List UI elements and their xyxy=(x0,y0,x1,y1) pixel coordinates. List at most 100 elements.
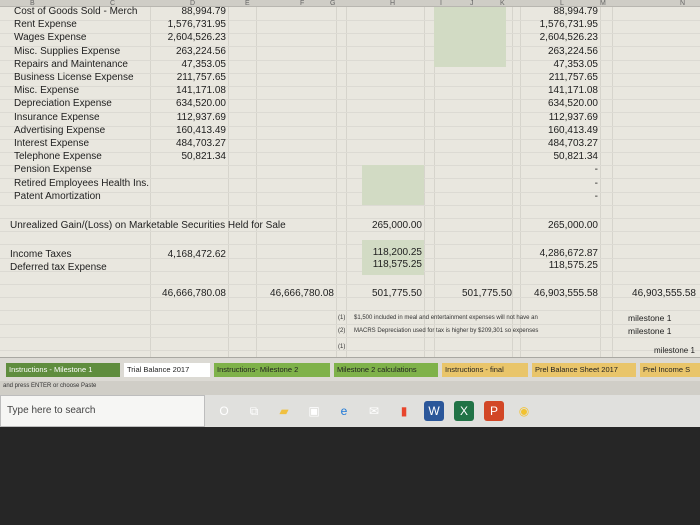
total-d[interactable]: 46,666,780.08 xyxy=(148,288,226,300)
column-header-g[interactable]: G xyxy=(330,0,335,7)
expense-value-l[interactable]: - xyxy=(520,164,598,176)
mail-icon[interactable]: ✉ xyxy=(364,401,384,421)
milestone-label[interactable]: milestone 1 xyxy=(654,345,695,357)
sheet-tab[interactable]: Prel Income S xyxy=(640,363,700,377)
expense-value-d[interactable]: 160,413.49 xyxy=(150,125,226,137)
expense-label[interactable]: Wages Expense xyxy=(14,32,86,44)
expense-label[interactable]: Repairs and Maintenance xyxy=(14,59,128,71)
edge-icon[interactable]: e xyxy=(334,401,354,421)
file-explorer-icon[interactable]: ▰ xyxy=(274,401,294,421)
expense-value-l[interactable]: 50,821.34 xyxy=(520,151,599,163)
expense-value-d[interactable]: 634,520.00 xyxy=(150,98,226,110)
taskbar-search-box[interactable]: Type here to search xyxy=(0,395,205,427)
expense-value-l[interactable]: 160,413.49 xyxy=(520,125,598,137)
expense-label[interactable]: Insurance Expense xyxy=(14,112,100,124)
note-2-text[interactable]: MACRS Depreciation used for tax is highe… xyxy=(354,327,538,335)
powerpoint-icon[interactable]: P xyxy=(484,401,504,421)
unrealized-gain-l[interactable]: 265,000.00 xyxy=(520,220,598,232)
expense-label[interactable]: Patent Amortization xyxy=(14,191,101,203)
income-taxes-label[interactable]: Income Taxes xyxy=(10,249,72,261)
sheet-tab[interactable]: Trial Balance 2017 xyxy=(124,363,210,377)
expense-value-d[interactable]: 47,353.05 xyxy=(150,59,227,71)
word-icon[interactable]: W xyxy=(424,401,444,421)
total-j[interactable]: 501,775.50 xyxy=(436,288,512,300)
deferred-tax-h[interactable]: 118,575.25 xyxy=(346,259,422,271)
unrealized-gain-label[interactable]: Unrealized Gain/(Loss) on Marketable Sec… xyxy=(10,220,286,232)
expense-value-d[interactable]: 211,757.65 xyxy=(150,72,226,84)
expense-label[interactable]: Advertising Expense xyxy=(14,125,105,137)
expense-label[interactable]: Depreciation Expense xyxy=(14,98,112,110)
total-n[interactable]: 46,903,555.58 xyxy=(612,288,696,300)
column-header-j[interactable]: J xyxy=(470,0,474,7)
row-gridline xyxy=(0,337,700,338)
expense-label[interactable]: Pension Expense xyxy=(14,164,92,176)
deferred-tax-label[interactable]: Deferred tax Expense xyxy=(10,262,107,274)
cortana-icon[interactable]: O xyxy=(214,401,234,421)
excel-icon[interactable]: X xyxy=(454,401,474,421)
column-header-e[interactable]: E xyxy=(245,0,250,7)
column-header-f[interactable]: F xyxy=(300,0,304,7)
expense-label[interactable]: Cost of Goods Sold - Merch xyxy=(14,6,137,18)
chrome-icon[interactable]: ◉ xyxy=(514,401,534,421)
sheet-tab[interactable]: Instructions - Milestone 1 xyxy=(6,363,120,377)
income-taxes-h[interactable]: 118,200.25 xyxy=(346,247,422,259)
total-l[interactable]: 46,903,555.58 xyxy=(520,288,598,300)
expense-value-l[interactable]: 634,520.00 xyxy=(520,98,598,110)
expense-value-d[interactable]: 88,994.79 xyxy=(150,6,227,18)
office-icon[interactable]: ▮ xyxy=(394,401,414,421)
expense-value-l[interactable]: - xyxy=(520,191,598,203)
expense-value-l[interactable]: 88,994.79 xyxy=(520,6,599,18)
total-f[interactable]: 46,666,780.08 xyxy=(256,288,334,300)
expense-value-d[interactable]: 1,576,731.95 xyxy=(150,19,226,31)
column-header-k[interactable]: K xyxy=(500,0,505,7)
expense-label[interactable]: Misc. Expense xyxy=(14,85,79,97)
expense-value-l[interactable]: 2,604,526.23 xyxy=(520,32,598,44)
expense-value-d[interactable]: 141,171.08 xyxy=(150,85,226,97)
note-2-tag[interactable]: milestone 1 xyxy=(628,325,671,337)
sheet-tab[interactable]: Instructions- Milestone 2 xyxy=(214,363,330,377)
expense-value-d[interactable]: 112,937.69 xyxy=(150,112,226,124)
note-1-tag[interactable]: milestone 1 xyxy=(628,312,671,324)
row-gridline xyxy=(0,350,700,351)
column-header-m[interactable]: M xyxy=(600,0,606,7)
total-h[interactable]: 501,775.50 xyxy=(346,288,422,300)
sheet-tab[interactable]: Prel Balance Sheet 2017 xyxy=(532,363,636,377)
expense-label[interactable]: Misc. Supplies Expense xyxy=(14,46,120,58)
sheet-tab[interactable]: Instructions - final xyxy=(442,363,528,377)
income-taxes-d[interactable]: 4,168,472.62 xyxy=(150,249,226,261)
expense-value-d[interactable]: 263,224.56 xyxy=(150,46,226,58)
note-1-text[interactable]: $1,500 included in meal and entertainmen… xyxy=(354,314,538,322)
expense-value-l[interactable]: 484,703.27 xyxy=(520,138,598,150)
expense-value-d[interactable]: 484,703.27 xyxy=(150,138,226,150)
expense-value-d[interactable]: 50,821.34 xyxy=(150,151,227,163)
expense-value-l[interactable]: 112,937.69 xyxy=(520,112,598,124)
income-taxes-l[interactable]: 4,286,672.87 xyxy=(520,248,598,260)
expense-value-l[interactable]: 263,224.56 xyxy=(520,46,598,58)
expense-value-l[interactable]: 211,757.65 xyxy=(520,72,598,84)
expense-label[interactable]: Interest Expense xyxy=(14,138,89,150)
note-2-number: (2) xyxy=(338,328,346,334)
column-header-h[interactable]: H xyxy=(390,0,395,7)
windows-taskbar: Type here to search O ⧉ ▰ ▣ e ✉ ▮ W X P ◉ xyxy=(0,395,700,427)
task-view-icon[interactable]: ⧉ xyxy=(244,401,264,421)
expense-value-l[interactable]: - xyxy=(520,178,598,190)
store-icon[interactable]: ▣ xyxy=(304,401,324,421)
expense-label[interactable]: Telephone Expense xyxy=(14,151,102,163)
expense-value-l[interactable]: 47,353.05 xyxy=(520,59,599,71)
unrealized-gain-h[interactable]: 265,000.00 xyxy=(346,220,422,232)
status-bar: and press ENTER or choose Paste xyxy=(0,381,700,395)
sheet-tab[interactable]: Milestone 2 calculations xyxy=(334,363,438,377)
highlighted-range-middle xyxy=(362,165,424,205)
expense-label[interactable]: Rent Expense xyxy=(14,19,77,31)
expense-label[interactable]: Retired Employees Health Ins. xyxy=(14,178,149,190)
spreadsheet-grid[interactable]: BCDEFGHIJKLMN Cost of Goods Sold - Merch… xyxy=(0,0,700,357)
row-gridline xyxy=(0,324,700,325)
row-gridline xyxy=(0,205,700,206)
expense-value-l[interactable]: 141,171.08 xyxy=(520,85,598,97)
deferred-tax-l[interactable]: 118,575.25 xyxy=(520,260,598,272)
expense-value-d[interactable]: 2,604,526.23 xyxy=(150,32,226,44)
column-header-n[interactable]: N xyxy=(680,0,685,7)
expense-label[interactable]: Business License Expense xyxy=(14,72,134,84)
column-header-i[interactable]: I xyxy=(440,0,442,7)
expense-value-l[interactable]: 1,576,731.95 xyxy=(520,19,598,31)
